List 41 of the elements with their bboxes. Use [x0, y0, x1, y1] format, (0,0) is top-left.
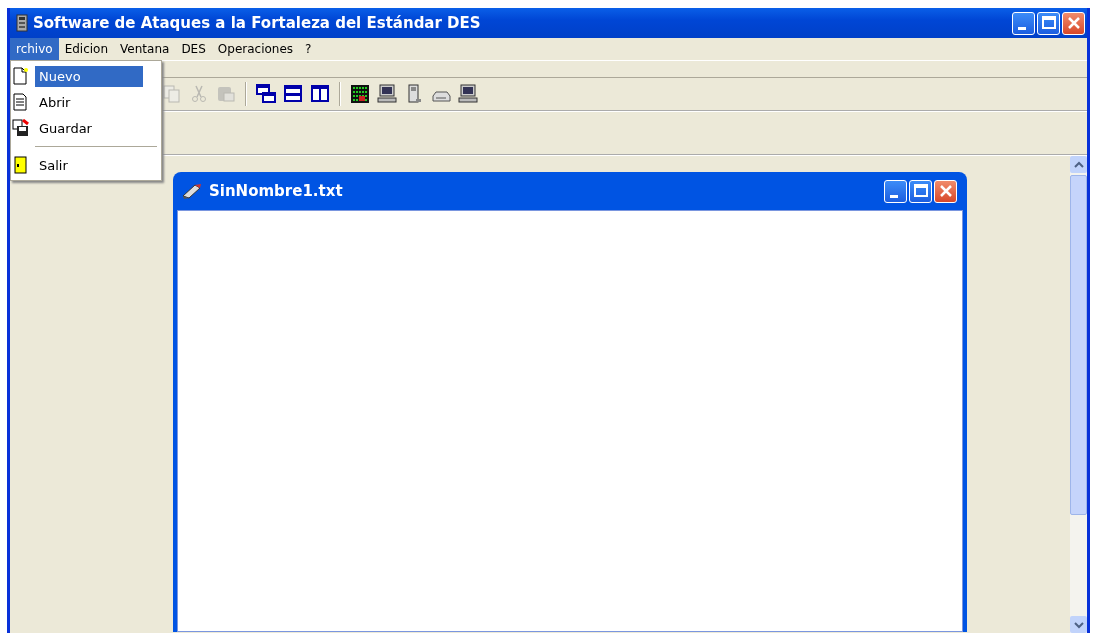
menu-item[interactable]: rchivo [10, 38, 59, 60]
caret-down-icon [1073, 620, 1084, 629]
scroll-thumb[interactable] [1070, 175, 1087, 515]
computer-icon[interactable] [375, 82, 399, 106]
maximize-button[interactable] [909, 179, 932, 203]
menu-item[interactable]: Salir [11, 152, 161, 178]
app-icon [16, 14, 28, 32]
computer-glyph-icon [377, 84, 397, 104]
grid-screen-icon[interactable] [348, 82, 372, 106]
menu-item[interactable]: Operaciones [211, 38, 300, 60]
clipboard-glyph-icon [216, 84, 236, 104]
menu-item[interactable]: ? [299, 38, 318, 60]
minimize-button[interactable] [1012, 11, 1035, 35]
document-title: SinNombre1.txt [209, 182, 344, 200]
minimize-button[interactable] [884, 179, 907, 203]
pen-icon [181, 182, 203, 200]
grid-screen-glyph-icon [350, 84, 370, 104]
minimize-icon [1017, 26, 1026, 30]
scissors-glyph-icon [189, 84, 209, 104]
maximize-button[interactable] [1037, 11, 1060, 35]
close-button[interactable] [1062, 11, 1085, 35]
menu-item[interactable]: Ventana [114, 38, 176, 60]
copy-glyph-icon [162, 84, 182, 104]
caret-up-icon [1073, 160, 1084, 169]
tile-horizontal-glyph-icon [283, 84, 303, 104]
menu-item[interactable]: Abrir [11, 89, 161, 115]
window-title: Software de Ataques a la Fortaleza del Estándar DES [33, 14, 482, 32]
close-button[interactable] [934, 179, 957, 203]
scroll-down-button[interactable] [1070, 616, 1087, 633]
door-icon [11, 156, 29, 174]
minimize-icon [889, 194, 898, 198]
computer-glyph-icon [458, 84, 478, 104]
menu-item[interactable]: Edicion [58, 38, 115, 60]
menu-item[interactable]: Guardar [11, 115, 161, 141]
cascade-windows-icon[interactable] [254, 82, 278, 106]
scroll-up-button[interactable] [1070, 156, 1087, 173]
scrollbar[interactable] [1070, 156, 1087, 633]
tile-vertical-glyph-icon [310, 84, 330, 104]
cascade-windows-glyph-icon [256, 84, 276, 104]
menu-item[interactable]: DES [175, 38, 212, 60]
computer-icon[interactable] [456, 82, 480, 106]
